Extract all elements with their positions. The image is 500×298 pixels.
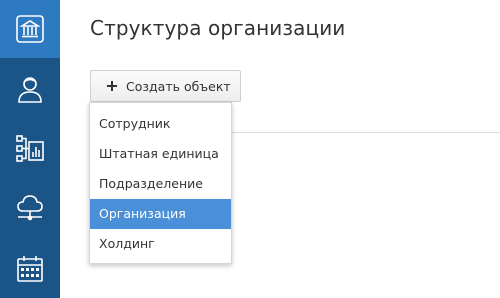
menu-item-employee[interactable]: Сотрудник [90,109,231,139]
nav-employees[interactable] [0,60,60,118]
create-object-label: Создать объект [126,78,231,94]
page-title: Структура организации [90,16,346,40]
org-chart-icon [16,135,44,162]
menu-item-staff-unit[interactable]: Штатная единица [90,139,231,169]
create-object-dropdown: Сотрудник Штатная единица Подразделение … [89,102,232,264]
main-content: Структура организации Создать объект Сот… [60,0,500,298]
menu-item-department[interactable]: Подразделение [90,169,231,199]
cloud-network-icon [17,195,43,221]
nav-structure[interactable] [0,119,60,177]
create-object-button[interactable]: Создать объект [90,70,241,102]
user-icon [18,77,42,103]
nav-cloud[interactable] [0,178,60,236]
calendar-icon [17,256,43,282]
menu-item-organization[interactable]: Организация [90,199,231,229]
menu-item-holding[interactable]: Холдинг [90,229,231,259]
divider [230,132,500,133]
nav-calendar[interactable] [0,240,60,298]
sidebar [0,0,60,298]
nav-building[interactable] [0,0,60,58]
building-icon [16,15,44,43]
plus-icon [107,81,117,91]
